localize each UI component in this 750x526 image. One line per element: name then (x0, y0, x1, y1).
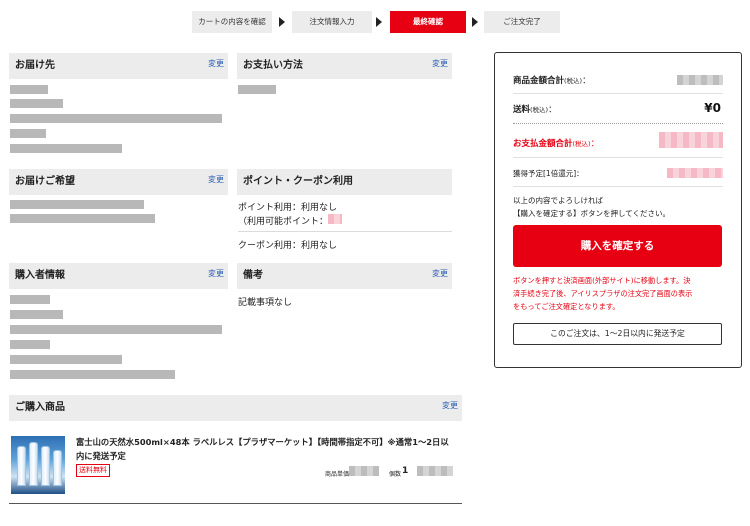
step-final-confirm: 最終確認 (390, 11, 466, 33)
redacted-text (10, 325, 222, 334)
section-title: お支払い方法 (243, 60, 303, 71)
redacted-points-value (667, 168, 723, 178)
redacted-points (328, 214, 342, 224)
earned-points-label: 獲得予定[1倍還元]： (513, 169, 584, 178)
payment-warning: をもってご注文確定となります。 (513, 302, 620, 311)
edit-items-link[interactable]: 変更 (442, 400, 458, 411)
redacted-text (10, 310, 63, 319)
divider (513, 123, 723, 124)
divider (238, 231, 452, 232)
subtotal-label: 商品金額合計(税込)： (513, 76, 591, 86)
purchased-items-header: ご購入商品 変更 (9, 395, 462, 421)
step-arrow-icon (472, 17, 478, 27)
redacted-text (10, 370, 175, 379)
total-label: お支払金額合計(税込)： (513, 139, 600, 149)
redacted-subtotal-value (677, 75, 723, 85)
payment-warning: 済手続き完了後、アイリスプラザの注文完了画面の表示 (513, 289, 693, 298)
section-title: お届け先 (15, 60, 55, 71)
buyer-info-header: 購入者情報 変更 (9, 263, 228, 289)
step-order-complete: ご注文完了 (484, 11, 560, 33)
available-points-label: （利用可能ポイント： (238, 217, 329, 227)
points-coupon-header: ポイント・クーポン利用 (237, 169, 452, 195)
divider (9, 503, 462, 504)
quantity-value: 1 (402, 466, 409, 476)
divider (513, 93, 723, 94)
redacted-text (10, 214, 155, 223)
divider (513, 186, 723, 187)
confirm-purchase-button[interactable]: 購入を確定する (513, 225, 722, 267)
bottle-icon (17, 446, 26, 486)
unit-price-label: 商品単価 (325, 471, 350, 478)
remarks-text: 記載事項なし (238, 298, 293, 308)
redacted-total-value (659, 132, 723, 148)
bottle-icon (41, 446, 50, 486)
step-order-info: 注文情報入力 (292, 11, 372, 33)
redacted-text (10, 144, 122, 153)
order-summary-panel: 商品金額合計(税込)： 送料(税込)： ¥0 お支払金額合計(税込)： 獲得予定… (494, 52, 742, 368)
edit-remarks-link[interactable]: 変更 (432, 268, 448, 279)
payment-warning: ボタンを押すと決済画面(外部サイト)に移動します。決 (513, 276, 691, 285)
redacted-text (10, 200, 144, 209)
point-use-text: ポイント利用：利用なし (238, 203, 338, 213)
section-title: 購入者情報 (15, 270, 65, 281)
delivery-preference-header: お届けご希望 変更 (9, 169, 228, 195)
step-arrow-icon (279, 17, 285, 27)
confirm-note: 【購入を確定する】ボタンを押してください。 (513, 209, 671, 218)
step-arrow-icon (376, 17, 382, 27)
edit-delivery-link[interactable]: 変更 (208, 58, 224, 69)
payment-method-header: お支払い方法 変更 (237, 53, 452, 79)
edit-payment-link[interactable]: 変更 (432, 58, 448, 69)
bottle-icon (53, 450, 62, 486)
redacted-text (238, 85, 276, 94)
redacted-subtotal (417, 466, 453, 476)
remarks-header: 備考 変更 (237, 263, 452, 289)
product-name[interactable]: 富士山の天然水500ml×48本 ラベルレス【プラザマーケット】【時間帯指定不可… (76, 436, 449, 448)
redacted-text (10, 114, 222, 123)
delivery-address-header: お届け先 変更 (9, 53, 228, 79)
edit-buyer-link[interactable]: 変更 (208, 268, 224, 279)
redacted-text (10, 129, 46, 138)
section-title: ポイント・クーポン利用 (243, 176, 353, 187)
redacted-text (10, 340, 50, 349)
redacted-text (10, 355, 122, 364)
product-name-cont: 内に発送予定 (76, 451, 126, 461)
redacted-text (10, 85, 48, 94)
divider (513, 157, 723, 158)
product-image[interactable] (11, 436, 65, 494)
section-title: ご購入商品 (15, 402, 65, 413)
step-cart-confirm: カートの内容を確認 (192, 11, 272, 33)
bottle-icon (29, 442, 38, 486)
free-shipping-badge: 送料無料 (76, 464, 110, 477)
confirm-note: 以上の内容でよろしければ (513, 196, 603, 205)
edit-delivery-pref-link[interactable]: 変更 (208, 174, 224, 185)
section-title: 備考 (243, 270, 263, 281)
coupon-use-text: クーポン利用：利用なし (238, 241, 338, 251)
shipping-label: 送料(税込)： (513, 105, 557, 115)
shipping-estimate-box: このご注文は、1〜2日以内に発送予定 (513, 323, 722, 345)
shipping-value: ¥0 (704, 101, 721, 115)
redacted-text (10, 99, 63, 108)
redacted-text (10, 295, 50, 304)
quantity-label: 個数 (389, 471, 402, 478)
redacted-unit-price (349, 466, 379, 476)
section-title: お届けご希望 (15, 176, 75, 187)
